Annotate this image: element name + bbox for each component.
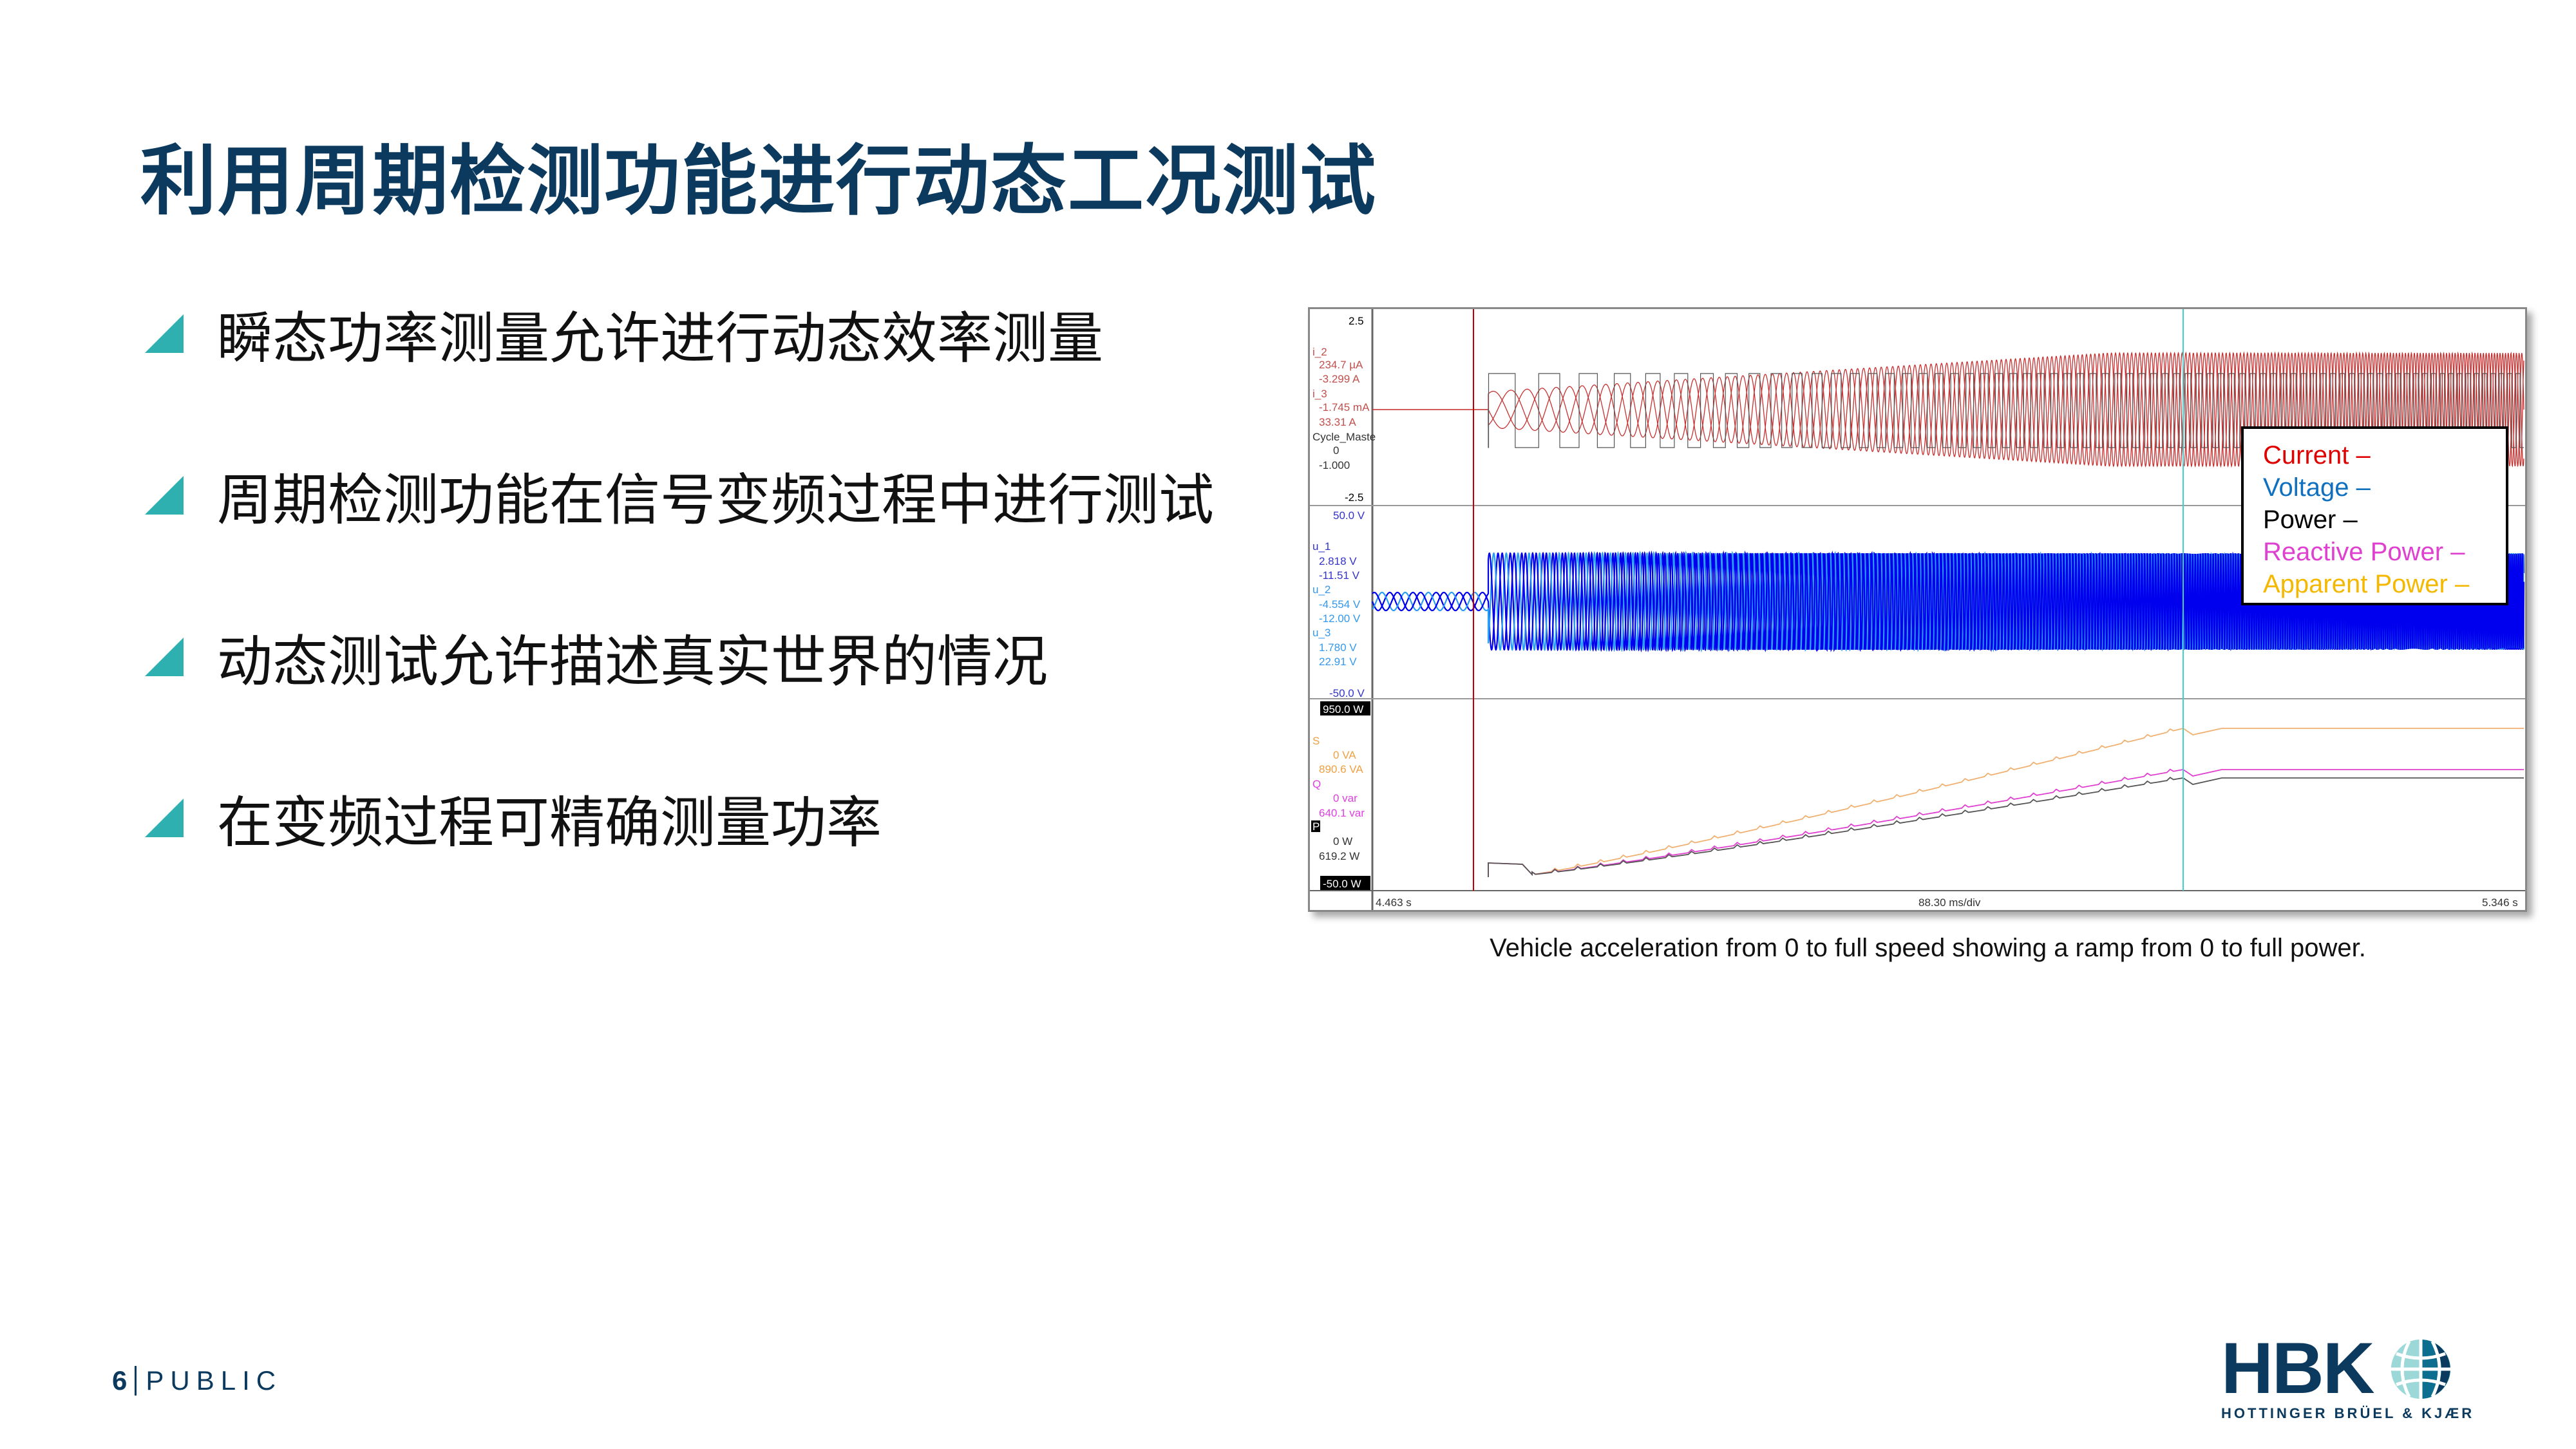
channel-value: -3.299 A [1319, 373, 1360, 385]
channel-value: 0 W [1333, 835, 1352, 848]
channel-value: -1.745 mA [1319, 401, 1370, 413]
waveform-plot: 2.5 i_2 234.7 µA -3.299 A i_3 -1.745 mA … [1310, 309, 2525, 910]
bullet-item: 瞬态功率测量允许进行动态效率测量 [145, 293, 1103, 374]
channel-name: i_2 [1312, 346, 1327, 358]
apparent-power-trace [1488, 728, 2524, 877]
channel-name: u_2 [1312, 583, 1331, 596]
channel-value: 0 VA [1333, 749, 1356, 761]
legend-power: Power – [2263, 506, 2358, 534]
channel-name: Cycle_Maste [1312, 431, 1376, 443]
divider [135, 1366, 137, 1396]
logo-full-name: HOTTINGER BRÜEL & KJÆR [2221, 1405, 2475, 1421]
bullet-text: 瞬态功率测量允许进行动态效率测量 [217, 308, 1103, 370]
channel-value: 22.91 V [1319, 656, 1357, 668]
bullet-text: 周期检测功能在信号变频过程中进行测试 [217, 469, 1214, 531]
channel-value: 890.6 VA [1319, 763, 1363, 775]
x-division-label: 88.30 ms/div [1918, 896, 1981, 909]
hbk-logo: HBK HOTTINGER BRÜEL & KJÆR [2221, 1328, 2472, 1423]
legend-voltage: Voltage – [2263, 473, 2371, 502]
axis-min: -2.5 [1345, 491, 1363, 504]
channel-name: P [1312, 820, 1320, 833]
classification-label: PUBLIC [146, 1365, 283, 1396]
axis-max: 50.0 V [1333, 509, 1365, 522]
page-number: 6 [112, 1365, 128, 1396]
axis-max: 2.5 [1349, 315, 1364, 327]
channel-name: Q [1312, 778, 1321, 790]
logo-wordmark: HBK [2221, 1328, 2375, 1408]
channel-value: 33.31 A [1319, 416, 1356, 428]
channel-value: -12.00 V [1319, 612, 1361, 625]
channel-name: u_3 [1312, 627, 1331, 639]
legend-reactive-power: Reactive Power – [2263, 538, 2465, 566]
axis-min: -50.0 W [1323, 878, 1361, 890]
channel-value: 234.7 µA [1319, 359, 1363, 371]
channel-value: 2.818 V [1319, 555, 1357, 567]
figure-caption: Vehicle acceleration from 0 to full spee… [1490, 934, 2366, 962]
triangle-bullet-icon [145, 637, 184, 676]
channel-value: 0 var [1333, 792, 1358, 804]
channel-value: -4.554 V [1319, 598, 1361, 611]
bullet-item: 周期检测功能在信号变频过程中进行测试 [145, 455, 1214, 535]
channel-value: 0 [1333, 444, 1339, 457]
triangle-bullet-icon [145, 475, 184, 515]
bullet-item: 在变频过程可精确测量功率 [145, 777, 882, 858]
channel-name: u_1 [1312, 540, 1331, 553]
globe-icon [2390, 1338, 2452, 1400]
axis-min: -50.0 V [1329, 687, 1365, 699]
channel-value: 1.780 V [1319, 641, 1357, 654]
channel-value: -1.000 [1319, 459, 1350, 471]
legend: Current – Voltage – Power – Reactive Pow… [2241, 426, 2508, 605]
page-title: 利用周期检测功能进行动态工况测试 [140, 139, 1378, 224]
bullet-item: 动态测试允许描述真实世界的情况 [145, 616, 1048, 697]
legend-current: Current – [2263, 441, 2371, 469]
channel-name: i_3 [1312, 388, 1327, 400]
measurement-screenshot: 2.5 i_2 234.7 µA -3.299 A i_3 -1.745 mA … [1308, 307, 2527, 912]
footer: 6 PUBLIC [112, 1365, 282, 1396]
triangle-bullet-icon [145, 798, 184, 837]
bullet-text: 动态测试允许描述真实世界的情况 [217, 631, 1048, 693]
x-end-label: 5.346 s [2482, 896, 2518, 909]
axis-max: 950.0 W [1323, 703, 1363, 715]
power-trace [1488, 777, 2524, 877]
channel-value: 619.2 W [1319, 850, 1359, 862]
channel-name: S [1312, 735, 1320, 747]
reactive-power-trace [1488, 768, 2524, 877]
triangle-bullet-icon [145, 314, 184, 353]
bullet-text: 在变频过程可精确测量功率 [217, 792, 882, 854]
legend-apparent-power: Apparent Power – [2263, 570, 2470, 598]
channel-value: 640.1 var [1319, 807, 1365, 819]
x-start-label: 4.463 s [1376, 896, 1412, 909]
channel-value: -11.51 V [1319, 569, 1360, 582]
